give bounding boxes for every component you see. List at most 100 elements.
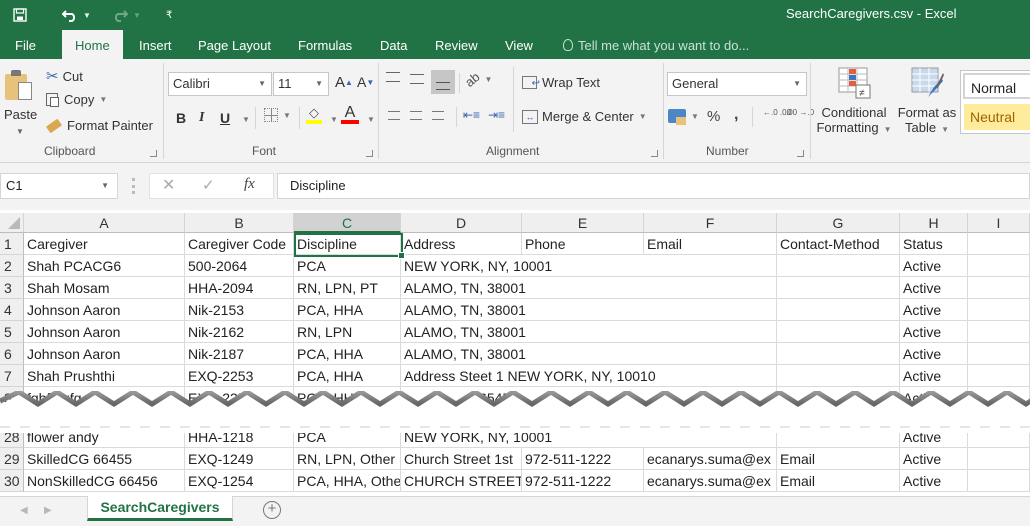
redo-button[interactable]: ▼ [112, 4, 141, 26]
italic-button[interactable]: I [199, 110, 204, 126]
cell-a1[interactable]: Caregiver [24, 233, 185, 255]
align-right-button[interactable] [432, 111, 444, 120]
row-header-1[interactable]: 1 [0, 233, 24, 255]
accounting-format-button[interactable]: ▼ [668, 109, 699, 125]
tab-insert[interactable]: Insert [139, 30, 172, 59]
tab-page-layout[interactable]: Page Layout [198, 30, 271, 59]
shrink-font-button[interactable]: A ▼ [357, 74, 374, 90]
cell-d5[interactable]: ALAMO, TN, 38001 [401, 321, 526, 343]
cell-e30[interactable]: 972-511-1222 [522, 470, 644, 492]
customize-qat-button[interactable]: ₹ [166, 4, 172, 26]
row-header-5[interactable]: 5 [0, 321, 24, 343]
cell-g3[interactable] [777, 277, 900, 299]
cell-f30[interactable]: ecanarys.suma@ex [644, 470, 777, 492]
cell-h3[interactable]: Active [900, 277, 968, 299]
cell-a5[interactable]: Johnson Aaron [24, 321, 185, 343]
cell-a6[interactable]: Johnson Aaron [24, 343, 185, 365]
row-header-7[interactable]: 7 [0, 365, 24, 387]
cell-b3[interactable]: HHA-2094 [185, 277, 294, 299]
cell-i30[interactable] [968, 470, 1030, 492]
cell-f4[interactable] [644, 299, 777, 321]
cell-d29[interactable]: Church Street 1st [401, 448, 522, 470]
cell-c3[interactable]: RN, LPN, PT [294, 277, 401, 299]
column-header-f[interactable]: F [644, 213, 777, 233]
tab-view[interactable]: View [505, 30, 533, 59]
cell-c30[interactable]: PCA, HHA, Othe [294, 470, 401, 492]
cell-c6[interactable]: PCA, HHA [294, 343, 401, 365]
underline-button[interactable]: U [220, 110, 230, 126]
column-header-g[interactable]: G [777, 213, 900, 233]
cell-e5[interactable] [522, 321, 644, 343]
cell-h4[interactable]: Active [900, 299, 968, 321]
accounting-dropdown-icon[interactable]: ▼ [691, 112, 699, 121]
cell-d30[interactable]: CHURCH STREET [401, 470, 522, 492]
bold-button[interactable]: B [176, 110, 186, 126]
cell-f3[interactable] [644, 277, 777, 299]
borders-dropdown-icon[interactable]: ▼ [283, 111, 291, 120]
cell-i29[interactable] [968, 448, 1030, 470]
row-header-3[interactable]: 3 [0, 277, 24, 299]
cell-g6[interactable] [777, 343, 900, 365]
cell-g5[interactable] [777, 321, 900, 343]
underline-dropdown-icon[interactable]: ▼ [242, 115, 250, 124]
formula-bar-grip[interactable] [132, 178, 135, 194]
enter-icon[interactable]: ✓ [202, 176, 215, 194]
column-header-a[interactable]: A [24, 213, 185, 233]
number-launcher-icon[interactable] [797, 150, 804, 157]
tab-formulas[interactable]: Formulas [298, 30, 352, 59]
cell-h5[interactable]: Active [900, 321, 968, 343]
number-format-combo[interactable]: General ▼ [667, 72, 807, 96]
merge-dropdown-icon[interactable]: ▼ [639, 112, 647, 121]
cell-c7[interactable]: PCA, HHA [294, 365, 401, 387]
cell-g7[interactable] [777, 365, 900, 387]
font-launcher-icon[interactable] [366, 150, 373, 157]
cell-i5[interactable] [968, 321, 1030, 343]
cancel-icon[interactable]: ✕ [162, 175, 175, 195]
cell-b5[interactable]: Nik-2162 [185, 321, 294, 343]
cell-b29[interactable]: EXQ-1249 [185, 448, 294, 470]
cell-g2[interactable] [777, 255, 900, 277]
cell-c1[interactable]: Discipline [294, 233, 401, 255]
cell-a3[interactable]: Shah Mosam [24, 277, 185, 299]
cell-h30[interactable]: Active [900, 470, 968, 492]
cell-b6[interactable]: Nik-2187 [185, 343, 294, 365]
formula-input[interactable]: Discipline [277, 173, 1030, 199]
cell-a4[interactable]: Johnson Aaron [24, 299, 185, 321]
row-header-4[interactable]: 4 [0, 299, 24, 321]
cell-h1[interactable]: Status [900, 233, 968, 255]
column-header-b[interactable]: B [185, 213, 294, 233]
orientation-dropdown-icon[interactable]: ▼ [484, 75, 492, 84]
cell-b2[interactable]: 500-2064 [185, 255, 294, 277]
bottom-align-button[interactable] [431, 70, 455, 94]
percent-style-button[interactable]: % [707, 108, 720, 125]
select-all-button[interactable] [0, 213, 24, 233]
comma-style-button[interactable]: , [734, 106, 738, 124]
cell-f7[interactable] [644, 365, 777, 387]
cell-c2[interactable]: PCA [294, 255, 401, 277]
cell-h7[interactable]: Active [900, 365, 968, 387]
cell-b4[interactable]: Nik-2153 [185, 299, 294, 321]
orientation-button[interactable]: ab ▼ [462, 69, 493, 90]
font-name-combo[interactable]: Calibri ▼ [168, 72, 272, 96]
align-left-button[interactable] [388, 111, 400, 120]
cell-h29[interactable]: Active [900, 448, 968, 470]
cell-i3[interactable] [968, 277, 1030, 299]
increase-decimal-button[interactable]: ←.0 .00 [763, 109, 791, 117]
copy-button[interactable]: Copy ▼ [46, 92, 107, 107]
cell-e3[interactable] [522, 277, 644, 299]
cell-a2[interactable]: Shah PCACG6 [24, 255, 185, 277]
wrap-text-button[interactable]: ↩ Wrap Text [522, 75, 600, 90]
name-box[interactable]: C1 ▼ [0, 173, 118, 199]
cell-c4[interactable]: PCA, HHA [294, 299, 401, 321]
tab-data[interactable]: Data [380, 30, 407, 59]
scroll-sheets-right-icon[interactable]: ▶ [44, 505, 52, 516]
format-as-table-button[interactable]: Format as Table ▼ [895, 64, 959, 144]
increase-indent-button[interactable]: ⇥≡ [488, 108, 505, 122]
sheet-tab-searchcaregivers[interactable]: SearchCaregivers [87, 496, 233, 521]
font-color-button[interactable]: A [341, 105, 359, 124]
cell-d2[interactable]: NEW YORK, NY, 10001 [401, 255, 552, 277]
cell-g29[interactable]: Email [777, 448, 900, 470]
align-center-button[interactable] [410, 111, 422, 120]
column-header-i[interactable]: I [968, 213, 1030, 233]
cell-a30[interactable]: NonSkilledCG 66456 [24, 470, 185, 492]
